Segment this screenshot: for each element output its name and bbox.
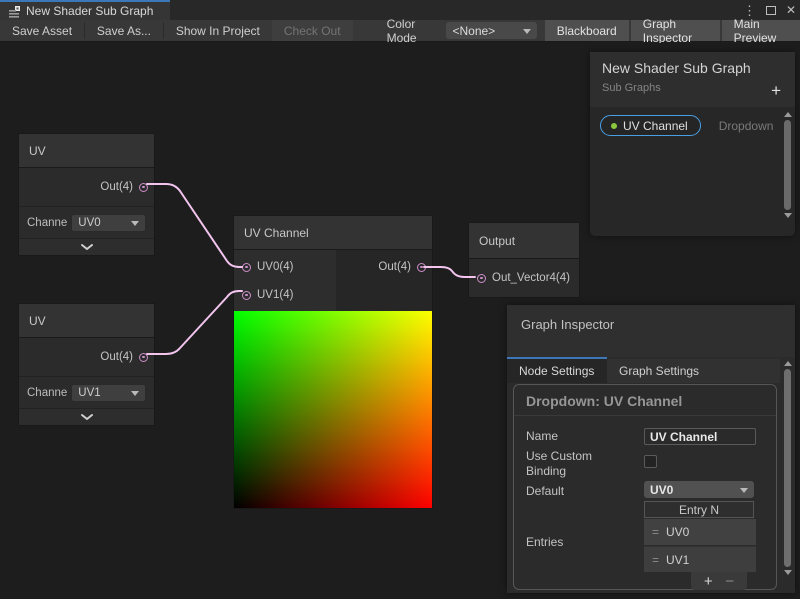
add-property-button[interactable]: + — [771, 82, 781, 99]
save-as-button[interactable]: Save As... — [85, 20, 163, 41]
uv-channel-node[interactable]: UV Channel UV0(4) UV1(4) Out(4) — [233, 215, 433, 509]
use-custom-binding-label: Use Custom Binding — [526, 449, 626, 479]
remove-entry-button[interactable]: − — [725, 574, 734, 589]
color-mode-label: Color Mode — [353, 20, 447, 41]
uv-node-bottom[interactable]: UV Out(4) Channe UV1 — [18, 303, 155, 426]
scroll-down-icon[interactable] — [784, 570, 792, 575]
entry-row-uv1[interactable]: = UV1 — [644, 546, 756, 572]
port-label-uv1: UV1(4) — [257, 289, 293, 301]
channel-label: Channe — [27, 217, 67, 229]
show-in-project-button[interactable]: Show In Project — [164, 20, 272, 41]
node-title[interactable]: UV — [19, 134, 154, 168]
port-label-uv0: UV0(4) — [257, 261, 293, 273]
output-port[interactable] — [417, 263, 426, 272]
default-label: Default — [526, 484, 564, 498]
scroll-thumb[interactable] — [784, 120, 791, 210]
close-icon[interactable]: ✕ — [786, 4, 796, 16]
tab-graph-settings[interactable]: Graph Settings — [607, 359, 711, 383]
entry-list-header: Entry N — [644, 501, 754, 518]
node-title[interactable]: UV — [19, 304, 154, 338]
chevron-down-icon — [740, 488, 748, 493]
channel-dropdown[interactable]: UV0 — [71, 214, 146, 232]
inspector-title: Graph Inspector — [521, 317, 781, 332]
exposed-dot-icon — [611, 123, 617, 129]
port-label-out: Out(4) — [100, 181, 133, 193]
channel-dropdown[interactable]: UV1 — [71, 384, 146, 402]
sub-graph-asset-icon — [8, 5, 21, 18]
port-label-out: Out(4) — [100, 351, 133, 363]
main-preview-toggle-button[interactable]: Main Preview — [722, 20, 800, 41]
entry-row-uv0[interactable]: = UV0 — [644, 519, 756, 545]
property-name: UV Channel — [623, 119, 688, 133]
scroll-up-icon[interactable] — [784, 112, 792, 117]
save-asset-button[interactable]: Save Asset — [0, 20, 84, 41]
node-title[interactable]: Output — [469, 223, 579, 259]
graph-toolbar: Save Asset Save As... Show In Project Ch… — [0, 20, 800, 42]
entries-label: Entries — [526, 535, 563, 549]
check-out-button: Check Out — [272, 20, 353, 41]
output-port[interactable] — [139, 183, 148, 192]
blackboard-toggle-button[interactable]: Blackboard — [545, 20, 629, 41]
color-mode-dropdown[interactable]: <None> — [446, 22, 536, 39]
inspector-scrollbar[interactable] — [783, 361, 792, 590]
uv-gradient-preview — [234, 311, 432, 508]
input-port-uv0[interactable] — [242, 263, 251, 272]
name-input[interactable] — [644, 428, 756, 445]
tab-new-shader-sub-graph[interactable]: New Shader Sub Graph — [0, 0, 170, 20]
input-port-out-vector4[interactable] — [477, 274, 486, 283]
chevron-down-icon — [131, 391, 139, 396]
output-port[interactable] — [139, 353, 148, 362]
port-label-out: Out(4) — [378, 261, 411, 273]
scroll-thumb[interactable] — [784, 369, 791, 567]
blackboard-subtitle: Sub Graphs — [602, 82, 783, 94]
node-collapse-button[interactable] — [19, 238, 154, 255]
blackboard-scrollbar[interactable] — [783, 112, 792, 230]
default-dropdown[interactable]: UV0 — [644, 481, 754, 498]
color-mode-value: <None> — [452, 24, 495, 38]
graph-inspector-toggle-button[interactable]: Graph Inspector — [631, 20, 720, 41]
channel-label: Channe — [27, 387, 67, 399]
tab-node-settings[interactable]: Node Settings — [507, 359, 607, 383]
blackboard-title: New Shader Sub Graph — [602, 60, 783, 76]
node-title[interactable]: UV Channel — [234, 216, 432, 250]
maximize-icon[interactable] — [766, 6, 776, 15]
property-pill[interactable]: UV Channel — [600, 115, 701, 136]
channel-value: UV1 — [78, 387, 100, 399]
add-entry-button[interactable]: + — [704, 574, 713, 589]
drag-handle-icon[interactable]: = — [652, 525, 658, 539]
name-label: Name — [526, 429, 558, 443]
port-label-out-vector4: Out_Vector4(4) — [492, 272, 570, 284]
node-collapse-button[interactable] — [19, 408, 154, 425]
chevron-down-icon — [80, 413, 94, 421]
scroll-up-icon[interactable] — [784, 361, 792, 366]
chevron-down-icon — [80, 243, 94, 251]
default-value: UV0 — [650, 483, 673, 497]
blackboard-item-uv-channel[interactable]: UV Channel Dropdown — [600, 115, 785, 136]
unity-shader-graph-window: New Shader Sub Graph ⋮ ✕ Save Asset Save… — [0, 0, 800, 599]
window-menu-icon[interactable]: ⋮ — [743, 4, 756, 17]
channel-value: UV0 — [78, 217, 100, 229]
scroll-down-icon[interactable] — [784, 213, 792, 218]
entry-value: UV1 — [666, 553, 689, 567]
dropdown-settings-box: Dropdown: UV Channel Name Use Custom Bin… — [513, 384, 777, 590]
blackboard-panel[interactable]: New Shader Sub Graph Sub Graphs + UV Cha… — [590, 52, 795, 236]
entry-list-footer: + − — [691, 572, 747, 590]
property-type: Dropdown — [719, 119, 774, 133]
tab-title: New Shader Sub Graph — [26, 4, 153, 18]
use-custom-binding-checkbox[interactable] — [644, 455, 657, 468]
graph-inspector-panel[interactable]: Graph Inspector Node Settings Graph Sett… — [507, 305, 795, 593]
output-node[interactable]: Output Out_Vector4(4) — [468, 222, 580, 298]
chevron-down-icon — [131, 221, 139, 226]
drag-handle-icon[interactable]: = — [652, 553, 658, 567]
uv-node-top[interactable]: UV Out(4) Channe UV0 — [18, 133, 155, 256]
chevron-down-icon — [523, 29, 531, 34]
settings-heading: Dropdown: UV Channel — [514, 385, 776, 416]
input-port-uv1[interactable] — [242, 291, 251, 300]
entry-value: UV0 — [666, 525, 689, 539]
